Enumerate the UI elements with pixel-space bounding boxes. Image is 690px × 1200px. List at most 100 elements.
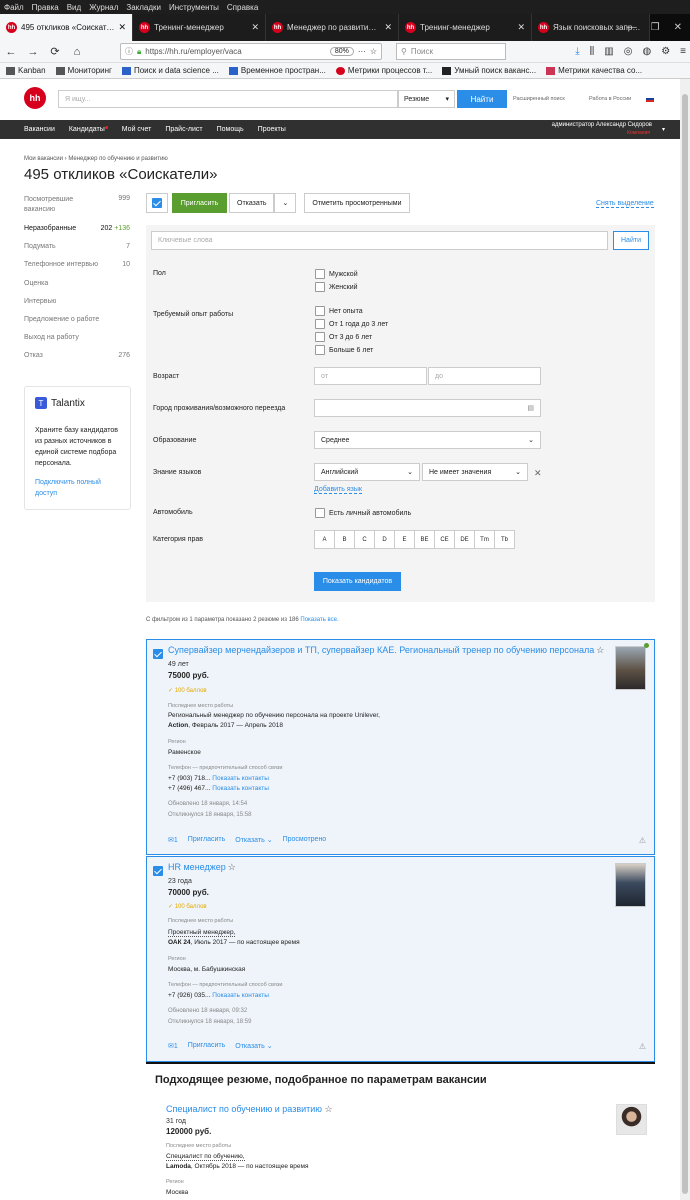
menu-file[interactable]: Файл xyxy=(4,3,24,12)
car-option[interactable]: Есть личный автомобиль xyxy=(315,508,411,518)
site-search-button[interactable]: Найти xyxy=(457,90,507,108)
site-search-input[interactable]: Я ищу... xyxy=(58,90,398,108)
resume-title-link[interactable]: Супервайзер мерчендайзеров и ТП, суперва… xyxy=(168,645,604,656)
candidate-photo[interactable] xyxy=(615,863,646,907)
keywords-input[interactable]: Ключевые слова xyxy=(151,231,608,250)
url-bar[interactable]: ⓘ 🔒︎ https://hh.ru/employer/vaca 80% ···… xyxy=(120,43,382,60)
checkbox[interactable] xyxy=(315,282,325,292)
back-icon[interactable]: ← xyxy=(4,46,18,58)
bookmark-item[interactable]: Умный поиск ваканс... xyxy=(442,66,536,75)
messages-link[interactable]: ✉1 xyxy=(168,836,178,844)
show-candidates-button[interactable]: Показать кандидатов xyxy=(314,572,401,591)
list-icon[interactable]: ▤ xyxy=(527,404,534,412)
forward-icon[interactable]: → xyxy=(26,46,40,58)
show-all-link[interactable]: Показать все. xyxy=(300,617,338,623)
checkbox[interactable] xyxy=(315,319,325,329)
invite-button[interactable]: Пригласить xyxy=(172,193,227,213)
show-contacts-link[interactable]: Показать контакты xyxy=(212,775,269,782)
messages-link[interactable]: ✉1 xyxy=(168,1042,178,1050)
star-icon[interactable]: ☆ xyxy=(325,1104,333,1114)
age-from-input[interactable]: от xyxy=(314,367,427,385)
mark-viewed-button[interactable]: Отметить просмотренными xyxy=(304,193,410,213)
sidebar-item-rejected[interactable]: Отказ 276 xyxy=(24,352,130,359)
sidebar-item-interview[interactable]: Интервью xyxy=(24,298,130,305)
url-text[interactable]: https://hh.ru/employer/vaca xyxy=(145,47,326,56)
resume-card[interactable]: HR менеджер ☆ 23 года 70000 руб. ✓ 100 ба… xyxy=(146,856,655,1062)
bookmark-star-icon[interactable]: ☆ xyxy=(370,47,377,56)
browser-tab[interactable]: hh Тренинг-менеджер ✕ xyxy=(133,14,266,41)
star-icon[interactable]: ☆ xyxy=(228,862,236,872)
menu-edit[interactable]: Правка xyxy=(32,3,59,12)
education-select[interactable]: Среднее ⌄ xyxy=(314,431,541,449)
checkbox[interactable] xyxy=(315,332,325,342)
license-category-button[interactable]: Tm xyxy=(474,530,495,549)
invite-link[interactable]: Пригласить xyxy=(188,1042,225,1050)
experience-6plus-option[interactable]: Больше 6 лет xyxy=(315,345,373,355)
suggested-resume-card[interactable]: Специалист по обучению и развитию ☆ 31 г… xyxy=(146,1094,655,1200)
close-icon[interactable]: ✕ xyxy=(118,22,126,33)
browser-search-input[interactable]: ⚲ Поиск xyxy=(396,43,506,60)
sidebar-item-phone-interview[interactable]: Телефонное интервью 10 xyxy=(24,261,130,268)
license-category-button[interactable]: Tb xyxy=(494,530,515,549)
search-type-select[interactable]: Резюме ▾ xyxy=(398,90,455,108)
nav-pricelist[interactable]: Прайс-лист xyxy=(165,126,202,133)
extension-icon[interactable]: ◎ xyxy=(624,46,633,57)
experience-1-3-option[interactable]: От 1 года до 3 лет xyxy=(315,319,388,329)
nav-projects[interactable]: Проекты xyxy=(258,126,286,133)
license-category-button[interactable]: A xyxy=(314,530,335,549)
checkbox[interactable] xyxy=(315,508,325,518)
deselect-link[interactable]: Снять выделение xyxy=(596,200,654,208)
library-icon[interactable]: ⫼ xyxy=(590,46,595,57)
reload-icon[interactable]: ⟳ xyxy=(48,45,62,58)
license-category-button[interactable]: C xyxy=(354,530,375,549)
resume-card[interactable]: Супервайзер мерчендайзеров и ТП, суперва… xyxy=(146,639,655,855)
menu-tools[interactable]: Инструменты xyxy=(169,3,219,12)
sidebar-item-assessment[interactable]: Оценка xyxy=(24,280,130,287)
menu-bookmarks[interactable]: Закладки xyxy=(126,3,161,12)
extension-icon[interactable]: ◍ xyxy=(642,46,651,57)
menu-view[interactable]: Вид xyxy=(67,3,81,12)
reject-button[interactable]: Отказать xyxy=(229,193,275,213)
warning-icon[interactable]: ⚠ xyxy=(639,1042,646,1051)
nav-vacancies[interactable]: Вакансии xyxy=(24,126,55,133)
download-icon[interactable]: ⤓ xyxy=(575,46,579,57)
browser-tab[interactable]: hh Тренинг-менеджер ✕ xyxy=(399,14,532,41)
sidebar-item-offer[interactable]: Предложение о работе xyxy=(24,316,130,323)
sidebar-item-think[interactable]: Подумать 7 xyxy=(24,243,130,250)
browser-tab[interactable]: hh Менеджер по развитию и о... ✕ xyxy=(266,14,399,41)
license-category-button[interactable]: BE xyxy=(414,530,435,549)
advanced-search-link[interactable]: Расширенный поиск xyxy=(513,96,565,102)
license-category-button[interactable]: CE xyxy=(434,530,455,549)
add-language-link[interactable]: Добавить язык xyxy=(314,486,362,494)
warning-icon[interactable]: ⚠ xyxy=(639,836,646,845)
gender-male-option[interactable]: Мужской xyxy=(315,269,358,279)
checkbox[interactable] xyxy=(315,345,325,355)
invite-link[interactable]: Пригласить xyxy=(188,836,225,844)
bookmark-item[interactable]: Временное простран... xyxy=(228,66,326,75)
menu-icon[interactable]: ≡ xyxy=(680,46,686,57)
menu-history[interactable]: Журнал xyxy=(89,3,118,12)
license-category-button[interactable]: B xyxy=(334,530,355,549)
bookmark-item[interactable]: Поиск и data science ... xyxy=(121,66,219,75)
menu-help[interactable]: Справка xyxy=(227,3,258,12)
close-icon[interactable]: ✕ xyxy=(384,22,392,33)
resume-title-link[interactable]: Специалист по обучению и развитию ☆ xyxy=(166,1104,333,1115)
home-icon[interactable]: ⌂ xyxy=(70,46,84,58)
zoom-level[interactable]: 80% xyxy=(329,47,354,56)
checkbox[interactable] xyxy=(315,269,325,279)
remove-language-icon[interactable]: ✕ xyxy=(534,468,542,479)
sidebar-item-hired[interactable]: Выход на работу xyxy=(24,334,130,341)
experience-3-6-option[interactable]: От 3 до 6 лет xyxy=(315,332,372,342)
maximize-icon[interactable]: ❐ xyxy=(651,22,660,33)
nav-help[interactable]: Помощь xyxy=(217,126,244,133)
reject-dropdown-button[interactable]: ⌄ xyxy=(274,193,297,213)
talantix-link[interactable]: Подключить полный доступ xyxy=(35,477,120,499)
language-select[interactable]: Английский ⌄ xyxy=(314,463,420,481)
viewed-link[interactable]: Просмотрено xyxy=(283,836,327,844)
resume-checkbox[interactable] xyxy=(153,866,163,876)
bookmark-item[interactable]: Метрики процессов т... xyxy=(335,66,432,75)
reject-link[interactable]: Отказать ⌄ xyxy=(235,836,272,844)
experience-none-option[interactable]: Нет опыта xyxy=(315,306,363,316)
close-window-icon[interactable]: ✕ xyxy=(674,22,682,33)
close-icon[interactable]: ✕ xyxy=(251,22,259,33)
